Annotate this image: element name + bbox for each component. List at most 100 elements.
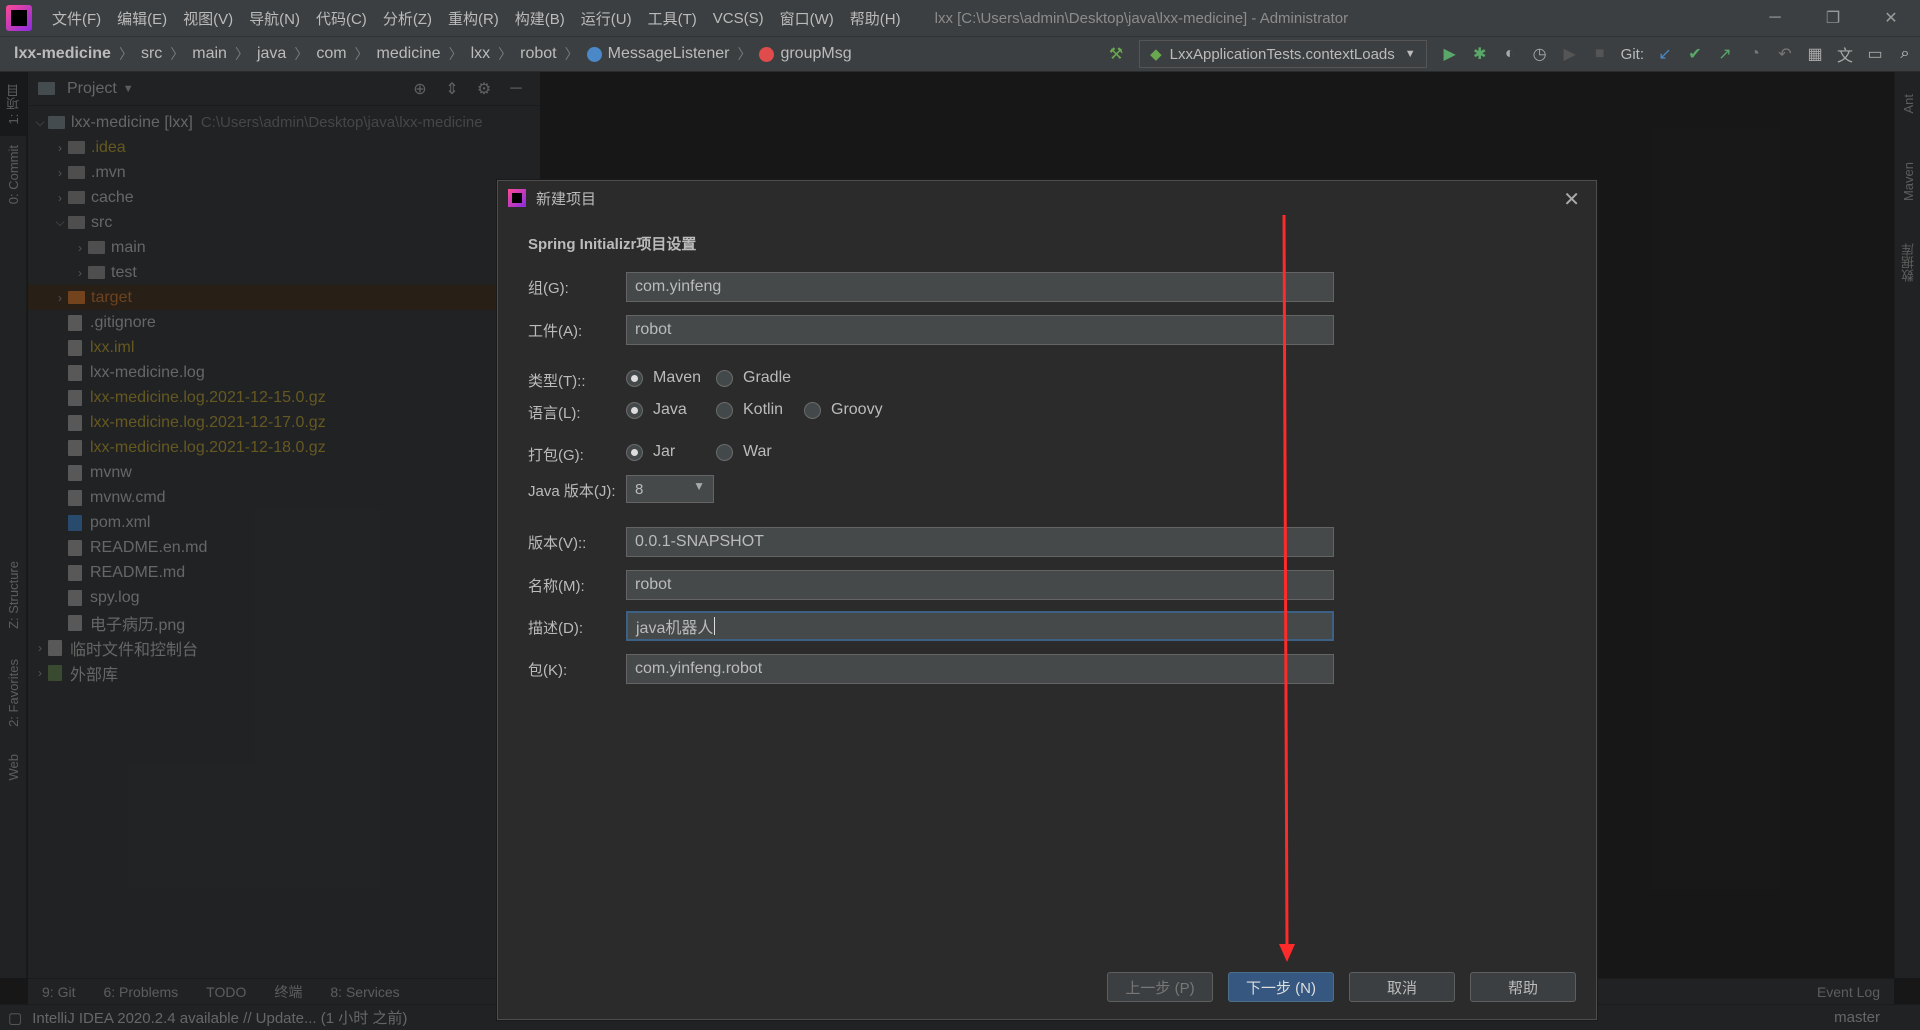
previous-button[interactable]: 上一步 (P) bbox=[1107, 972, 1213, 1002]
navigation-bar: lxx-medicine 〉 src 〉 main 〉 java 〉 com 〉 medi… bbox=[0, 36, 1920, 72]
menu-bar: 文件(F) 编辑(E) 视图(V) 导航(N) 代码(C) 分析(Z) 重构(R… bbox=[0, 0, 1920, 36]
window-controls: ─ ❐ ✕ bbox=[1746, 0, 1920, 36]
menu-navigate[interactable]: 导航(N) bbox=[241, 8, 308, 29]
presentation-icon[interactable]: ▭ bbox=[1860, 39, 1890, 69]
menu-window[interactable]: 窗口(W) bbox=[772, 8, 842, 29]
breadcrumb-medicine[interactable]: medicine bbox=[377, 45, 441, 63]
package-field[interactable]: com.yinfeng.robot bbox=[626, 654, 1334, 684]
radio-unchecked-icon bbox=[716, 401, 733, 419]
package-label: 包(K): bbox=[528, 662, 568, 679]
group-label: 组(G): bbox=[528, 280, 569, 297]
breadcrumb-lxx[interactable]: lxx bbox=[471, 45, 491, 63]
radio-groovy[interactable]: Groovy bbox=[804, 401, 883, 419]
menu-view[interactable]: 视图(V) bbox=[175, 8, 241, 29]
breadcrumb-class[interactable]: MessageListener bbox=[608, 45, 730, 63]
menu-build[interactable]: 构建(B) bbox=[507, 8, 573, 29]
menu-edit[interactable]: 编辑(E) bbox=[109, 8, 175, 29]
radio-maven[interactable]: Maven bbox=[626, 369, 701, 387]
description-field-value: java机器人 bbox=[636, 620, 714, 637]
method-icon bbox=[759, 46, 775, 62]
profile-icon[interactable]: ◷ bbox=[1525, 39, 1555, 69]
radio-unchecked-icon bbox=[716, 369, 733, 387]
menu-file[interactable]: 文件(F) bbox=[44, 8, 109, 29]
history-icon[interactable]: ◔ bbox=[1740, 39, 1770, 69]
new-project-dialog: 新建项目 ✕ Spring Initializr项目设置 组(G): com.y… bbox=[497, 180, 1597, 1020]
help-button[interactable]: 帮助 bbox=[1470, 972, 1576, 1002]
radio-java[interactable]: Java bbox=[626, 401, 687, 419]
menu-refactor[interactable]: 重构(R) bbox=[440, 8, 507, 29]
radio-label: Gradle bbox=[743, 369, 792, 386]
menu-code[interactable]: 代码(C) bbox=[308, 8, 375, 29]
menu-vcs[interactable]: VCS(S) bbox=[705, 10, 772, 27]
close-icon[interactable]: ✕ bbox=[1563, 187, 1580, 212]
java-version-select[interactable]: 8 ▼ bbox=[626, 475, 714, 503]
group-field[interactable]: com.yinfeng bbox=[626, 272, 1334, 302]
breadcrumb-main[interactable]: main bbox=[192, 45, 227, 63]
restore-icon[interactable]: ❐ bbox=[1804, 0, 1862, 36]
git-update-icon[interactable]: ↙ bbox=[1650, 39, 1680, 69]
radio-checked-icon bbox=[626, 401, 643, 419]
debug-icon[interactable]: ✱ bbox=[1465, 39, 1495, 69]
radio-unchecked-icon bbox=[804, 401, 821, 419]
dialog-title-bar: 新建项目 ✕ bbox=[498, 181, 1596, 215]
java-version-value: 8 bbox=[635, 480, 644, 498]
section-title: Spring Initializr项目设置 bbox=[528, 236, 697, 253]
next-button[interactable]: 下一步 (N) bbox=[1228, 972, 1334, 1002]
git-push-icon[interactable]: ↗ bbox=[1710, 39, 1740, 69]
breadcrumb-separator-icon: 〉 bbox=[448, 46, 463, 62]
cancel-button[interactable]: 取消 bbox=[1349, 972, 1455, 1002]
translate-icon[interactable]: 文 bbox=[1830, 39, 1860, 69]
git-commit-icon[interactable]: ✔ bbox=[1680, 39, 1710, 69]
chevron-down-icon: ▼ bbox=[693, 479, 705, 493]
version-field-value: 0.0.1-SNAPSHOT bbox=[635, 533, 764, 550]
breadcrumb-robot[interactable]: robot bbox=[520, 45, 556, 63]
breadcrumb-project[interactable]: lxx-medicine bbox=[14, 45, 111, 63]
description-field[interactable]: java机器人 bbox=[626, 611, 1334, 641]
menu-run[interactable]: 运行(U) bbox=[573, 8, 640, 29]
breadcrumb-src[interactable]: src bbox=[141, 45, 162, 63]
build-hammer-icon[interactable]: ⚒ bbox=[1101, 39, 1131, 69]
breadcrumb: lxx-medicine 〉 src 〉 main 〉 java 〉 com 〉 medi… bbox=[0, 44, 852, 64]
menu-help[interactable]: 帮助(H) bbox=[842, 8, 909, 29]
type-label: 类型(T):: bbox=[528, 373, 586, 390]
radio-gradle[interactable]: Gradle bbox=[716, 369, 791, 387]
radio-kotlin[interactable]: Kotlin bbox=[716, 401, 783, 419]
stop-icon[interactable]: ■ bbox=[1585, 39, 1615, 69]
run-configuration-select[interactable]: ◆ LxxApplicationTests.contextLoads ▼ bbox=[1139, 40, 1427, 68]
menu-tools[interactable]: 工具(T) bbox=[640, 8, 705, 29]
dialog-title: 新建项目 bbox=[536, 190, 597, 208]
breadcrumb-separator-icon: 〉 bbox=[234, 46, 249, 62]
version-field[interactable]: 0.0.1-SNAPSHOT bbox=[626, 527, 1334, 557]
breadcrumb-method[interactable]: groupMsg bbox=[780, 45, 851, 63]
radio-label: Jar bbox=[653, 443, 676, 460]
close-icon[interactable]: ✕ bbox=[1862, 0, 1920, 36]
radio-war[interactable]: War bbox=[716, 443, 772, 461]
breadcrumb-com[interactable]: com bbox=[316, 45, 346, 63]
artifact-field[interactable]: robot bbox=[626, 315, 1334, 345]
search-icon[interactable]: ⌕ bbox=[1890, 39, 1920, 69]
menu-analyze[interactable]: 分析(Z) bbox=[375, 8, 440, 29]
minimize-icon[interactable]: ─ bbox=[1746, 0, 1804, 36]
breadcrumb-separator-icon: 〉 bbox=[498, 46, 513, 62]
junit-icon: ◆ bbox=[1150, 46, 1162, 63]
packaging-label: 打包(G): bbox=[528, 447, 584, 464]
radio-checked-icon bbox=[626, 369, 643, 387]
rollback-icon[interactable]: ↶ bbox=[1770, 39, 1800, 69]
package-field-value: com.yinfeng.robot bbox=[635, 660, 763, 677]
breadcrumb-java[interactable]: java bbox=[257, 45, 286, 63]
chevron-down-icon: ▼ bbox=[1404, 48, 1416, 60]
language-label: 语言(L): bbox=[528, 405, 581, 422]
radio-unchecked-icon bbox=[716, 443, 733, 461]
radio-label: Maven bbox=[653, 369, 702, 386]
rerun-icon[interactable]: ▶ bbox=[1555, 39, 1585, 69]
radio-jar[interactable]: Jar bbox=[626, 443, 675, 461]
window-title: lxx [C:\Users\admin\Desktop\java\lxx-med… bbox=[934, 9, 1349, 27]
radio-label: Kotlin bbox=[743, 401, 784, 418]
coverage-icon[interactable]: ◐ bbox=[1495, 39, 1525, 69]
java-version-label: Java 版本(J): bbox=[528, 483, 616, 500]
project-structure-icon[interactable]: ▦ bbox=[1800, 39, 1830, 69]
run-icon[interactable]: ▶ bbox=[1435, 39, 1465, 69]
name-field[interactable]: robot bbox=[626, 570, 1334, 600]
breadcrumb-separator-icon: 〉 bbox=[118, 46, 133, 62]
ide-window: 文件(F) 编辑(E) 视图(V) 导航(N) 代码(C) 分析(Z) 重构(R… bbox=[0, 0, 1920, 1030]
